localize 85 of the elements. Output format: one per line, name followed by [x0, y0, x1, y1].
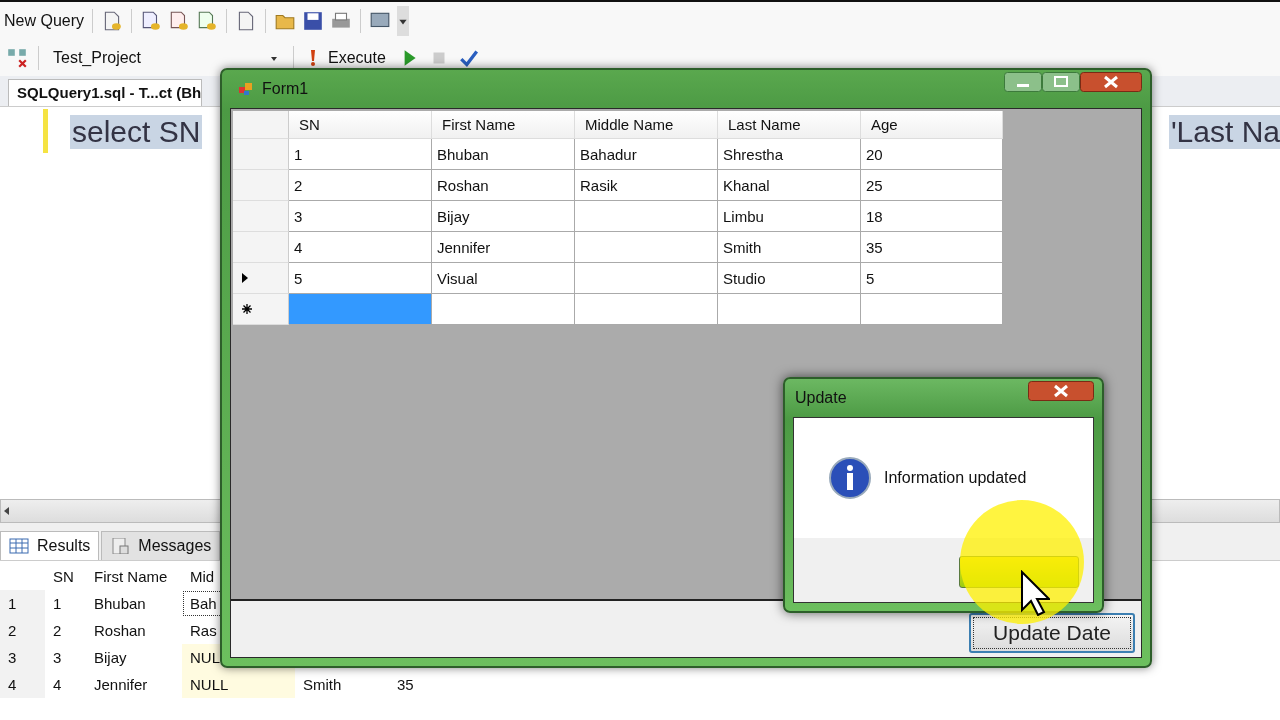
table-cell[interactable]: Khanal — [718, 170, 861, 201]
table-cell[interactable] — [289, 294, 432, 325]
table-cell[interactable]: 35 — [861, 232, 1003, 263]
minimize-button[interactable] — [1004, 72, 1042, 92]
database-icon[interactable] — [196, 10, 219, 32]
table-cell[interactable] — [575, 232, 718, 263]
column-header[interactable]: Age — [861, 111, 1003, 139]
table-cell-text: 3 — [52, 648, 63, 668]
info-icon — [828, 456, 872, 500]
table-cell-text: Ras — [189, 621, 218, 641]
column-header[interactable]: Middle Name — [575, 111, 718, 139]
table-cell[interactable]: Shrestha — [718, 139, 861, 170]
table-cell: NULL — [182, 671, 295, 698]
table-cell-text: Roshan — [93, 621, 147, 641]
results-tab[interactable]: Results — [0, 531, 100, 560]
table-cell-text: 2 — [52, 621, 63, 641]
column-header: Mid — [189, 567, 216, 587]
dialog-title: Update — [795, 389, 847, 407]
column-header[interactable]: SN — [289, 111, 432, 139]
table-cell-text: 35 — [396, 675, 415, 695]
query-tab[interactable]: SQLQuery1.sql - T...ct (Bh — [8, 79, 203, 106]
document-icon — [110, 538, 131, 554]
grid-icon — [9, 538, 29, 554]
connect-icon[interactable] — [6, 47, 28, 69]
column-header: SN — [52, 567, 75, 587]
dropdown-icon[interactable] — [397, 6, 410, 36]
table-cell[interactable]: 1 — [289, 139, 432, 170]
table-cell[interactable]: 4 — [289, 232, 432, 263]
table-cell[interactable]: 20 — [861, 139, 1003, 170]
row-number: 3 — [0, 644, 45, 671]
close-button[interactable] — [1028, 381, 1094, 401]
table-cell[interactable]: Limbu — [718, 201, 861, 232]
table-cell[interactable]: 25 — [861, 170, 1003, 201]
cursor-icon — [1020, 570, 1050, 616]
row-number: 4 — [0, 671, 45, 698]
table-cell-text: Smith — [302, 675, 343, 695]
table-cell[interactable]: 5 — [861, 263, 1003, 294]
app-icon — [238, 81, 254, 97]
column-header[interactable]: Last Name — [718, 111, 861, 139]
table-cell[interactable]: Visual — [432, 263, 575, 294]
exclamation-icon — [308, 48, 318, 68]
database-dropdown[interactable]: Test_Project — [49, 47, 283, 69]
column-header: First Name — [93, 567, 169, 587]
table-cell[interactable]: Smith — [718, 232, 861, 263]
table-cell-text: Bhuban — [93, 594, 147, 614]
dialog-message: Information updated — [884, 469, 1027, 487]
table-cell-text: 4 — [52, 675, 63, 695]
new-row-icon — [241, 303, 253, 315]
close-button[interactable] — [1080, 72, 1142, 92]
column-header[interactable]: First Name — [432, 111, 575, 139]
table-cell[interactable] — [861, 294, 1003, 325]
table-cell-text: 1 — [52, 594, 63, 614]
save-icon[interactable] — [302, 10, 325, 32]
left-arrow-icon[interactable] — [4, 507, 10, 515]
table-cell[interactable] — [718, 294, 861, 325]
results-tab[interactable]: Messages — [101, 531, 221, 560]
row-number: 1 — [0, 590, 45, 617]
database-icon[interactable] — [168, 10, 191, 32]
execute-button[interactable]: Execute — [304, 46, 390, 70]
row-header[interactable] — [233, 294, 289, 325]
query-text: select SN — [70, 115, 203, 149]
table-cell[interactable] — [575, 294, 718, 325]
row-number: 2 — [0, 617, 45, 644]
table-cell[interactable]: Rasik — [575, 170, 718, 201]
window-title: Form1 — [262, 80, 309, 98]
table-cell[interactable] — [432, 294, 575, 325]
database-icon[interactable] — [140, 10, 163, 32]
table-cell[interactable]: Studio — [718, 263, 861, 294]
table-cell[interactable] — [575, 263, 718, 294]
new-query-button[interactable]: New Query — [4, 10, 85, 32]
table-cell[interactable]: 18 — [861, 201, 1003, 232]
table-cell[interactable]: Bhuban — [432, 139, 575, 170]
table-cell[interactable]: 2 — [289, 170, 432, 201]
table-cell[interactable]: Jennifer — [432, 232, 575, 263]
table-cell[interactable]: Bahadur — [575, 139, 718, 170]
check-icon[interactable] — [457, 47, 480, 69]
table-cell-text: Jennifer — [93, 675, 149, 695]
update-date-button[interactable]: Update Date — [969, 613, 1135, 653]
table-cell[interactable] — [575, 201, 718, 232]
table-cell[interactable]: Bijay — [432, 201, 575, 232]
table-cell[interactable]: Roshan — [432, 170, 575, 201]
table-cell-text: Bijay — [93, 648, 128, 668]
maximize-button[interactable] — [1042, 72, 1080, 92]
query-text: 'Last Na — [1168, 115, 1280, 149]
table-cell[interactable]: 3 — [289, 201, 432, 232]
